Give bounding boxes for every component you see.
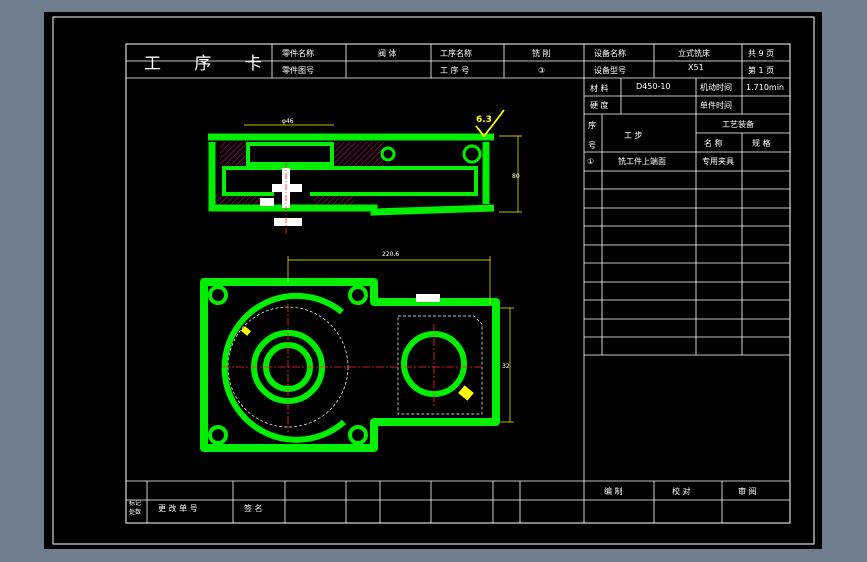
- count-label: 处数: [129, 508, 141, 516]
- drawing-window: 工 序 卡 零件名称 阀 体 零件图号 工序名称 铣 削 工 序 号 ③ 设备名…: [44, 12, 822, 549]
- equip-name-label: 设备名称: [594, 48, 626, 58]
- process-no-value: ③: [538, 66, 545, 75]
- row-1-seq: ①: [587, 157, 594, 166]
- page-number: 第 1 页: [748, 65, 774, 75]
- equipment-name-header: 名 称: [704, 138, 723, 148]
- material-value: D450-10: [636, 82, 671, 91]
- surface-finish-value: 6.3: [476, 115, 492, 125]
- dim-top-width: φ46: [282, 118, 294, 125]
- dim-length: 220.6: [382, 251, 399, 258]
- part-name-value: 阀 体: [378, 48, 397, 58]
- machine-time-value: 1.710min: [746, 83, 784, 92]
- process-no-label: 工 序 号: [440, 65, 469, 75]
- step-header: 工 步: [624, 131, 643, 140]
- dim-height: 80: [512, 173, 520, 180]
- fixture-clamp-left: [260, 198, 274, 206]
- seq-header-top: 序: [588, 120, 596, 130]
- fixture-clamp-bar: [272, 184, 302, 192]
- change-no-label: 更 改 单 号: [158, 503, 198, 513]
- check-label: 校 对: [672, 486, 691, 496]
- equip-model-value: X51: [688, 63, 704, 72]
- equipment-header: 工艺装备: [722, 119, 754, 129]
- plan-clamp-top: [416, 294, 440, 302]
- row-1-equipment-name: 专用夹具: [702, 156, 734, 166]
- part-no-label: 零件图号: [282, 65, 314, 75]
- total-pages: 共 9 页: [748, 49, 774, 58]
- row-1-step: 铣工件上端面: [618, 156, 666, 166]
- fixture-base: [274, 218, 302, 226]
- mark-label: 标记: [129, 499, 141, 507]
- review-label: 审 阅: [738, 486, 757, 496]
- material-label: 材 料: [590, 83, 609, 93]
- part-name-label: 零件名称: [282, 48, 314, 58]
- equip-name-value: 立式铣床: [678, 48, 710, 58]
- card-title: 工 序 卡: [144, 54, 276, 74]
- hardness-label: 硬 度: [590, 100, 609, 110]
- equip-model-label: 设备型号: [594, 65, 626, 75]
- process-name-label: 工序名称: [440, 48, 472, 58]
- sign-label: 签 名: [244, 503, 263, 513]
- equipment-spec-header: 规 格: [752, 138, 771, 148]
- unit-time-label: 单件时间: [700, 100, 732, 110]
- process-name-value: 铣 削: [532, 48, 551, 58]
- machine-time-label: 机动时间: [700, 82, 732, 92]
- paper-background: [44, 12, 822, 549]
- dim-right-height: 32: [502, 363, 510, 370]
- drawing-sheet: 工 序 卡 零件名称 阀 体 零件图号 工序名称 铣 削 工 序 号 ③ 设备名…: [44, 12, 822, 549]
- seq-header-bottom: 号: [588, 141, 596, 150]
- compile-label: 编 制: [604, 486, 623, 496]
- section-hatch-left: [220, 142, 248, 166]
- section-hatch-right: [332, 142, 384, 166]
